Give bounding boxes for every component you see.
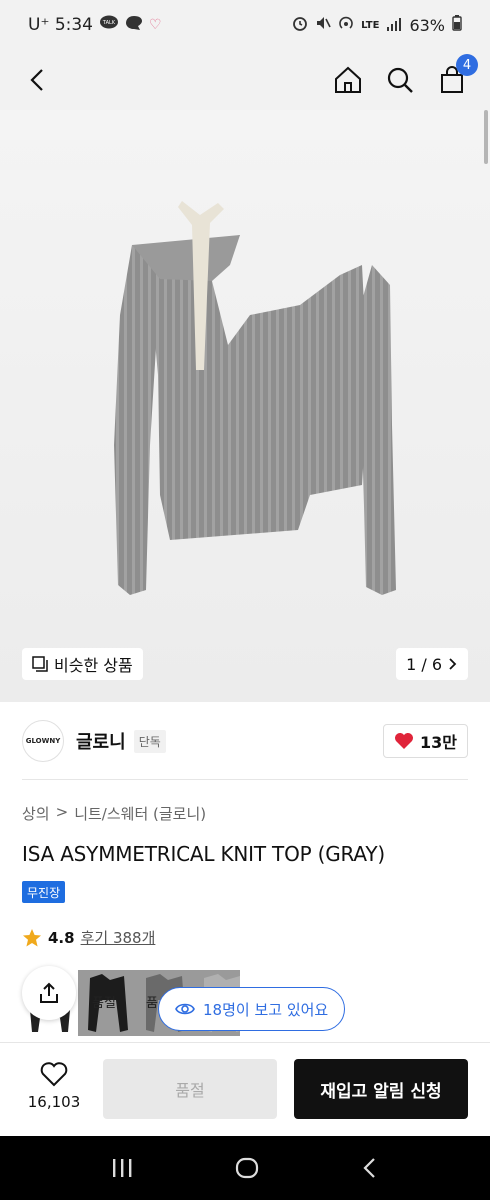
search-button[interactable] <box>384 64 416 96</box>
breadcrumb-item[interactable]: 상의 <box>22 803 50 824</box>
breadcrumb: 상의 > 니트/스웨터 (글로니) <box>22 803 206 824</box>
back-button[interactable] <box>22 64 54 96</box>
product-title: ISA ASYMMETRICAL KNIT TOP (GRAY) <box>22 842 385 866</box>
alarm-icon <box>292 15 308 35</box>
viewers-chip: 18명이 보고 있어요 <box>158 987 346 1031</box>
chevron-right-icon <box>449 658 457 670</box>
cart-button[interactable]: 4 <box>436 54 478 96</box>
brand-logo[interactable]: GLOWNY <box>22 720 64 762</box>
page-indicator-text: 1 / 6 <box>406 654 442 674</box>
search-icon <box>387 67 413 93</box>
exclusive-tag: 단독 <box>133 729 166 753</box>
delivery-badge: 무진장 <box>22 881 66 903</box>
brand-row: GLOWNY 글로니 단독 13만 <box>22 718 468 764</box>
recent-apps-icon[interactable] <box>110 1157 134 1179</box>
status-bar: U⁺ 5:34 TALK ♡ LTE 63% <box>0 0 490 50</box>
heart-filled-icon <box>395 733 413 749</box>
eye-icon <box>175 1003 195 1015</box>
similar-label: 비슷한 상품 <box>54 656 133 675</box>
mute-icon <box>315 15 331 35</box>
product-image <box>114 201 396 595</box>
signal-icon <box>386 16 402 35</box>
heart-icon: ♡ <box>149 17 162 33</box>
top-nav: 4 <box>0 50 490 110</box>
wish-count: 16,103 <box>27 1093 81 1111</box>
viewers-text: 18명이 보고 있어요 <box>203 1000 329 1019</box>
message-icon <box>125 15 143 36</box>
system-nav-bar <box>0 1136 490 1200</box>
wishlist-button[interactable]: 16,103 <box>22 1061 86 1111</box>
chat-icon: TALK <box>99 15 119 36</box>
star-icon <box>23 928 41 946</box>
similar-products-button[interactable]: 비슷한 상품 <box>22 648 143 680</box>
back-arrow-icon <box>30 69 43 91</box>
product-image-carousel[interactable]: 비슷한 상품 1 / 6 <box>0 110 490 702</box>
breadcrumb-item[interactable]: 니트/스웨터 (글로니) <box>74 803 206 824</box>
divider <box>22 779 468 780</box>
heart-outline-icon <box>40 1062 68 1087</box>
battery-icon <box>452 15 462 35</box>
scrollbar <box>484 110 488 164</box>
chevron-right-icon: > <box>55 803 69 821</box>
rating-row: 4.8 후기 388개 <box>22 927 155 948</box>
purchase-bar: 16,103 품절 재입고 알림 신청 <box>0 1042 490 1136</box>
hotspot-icon <box>338 15 354 35</box>
restock-alert-button[interactable]: 재입고 알림 신청 <box>294 1059 468 1119</box>
time-text: U⁺ 5:34 <box>28 15 93 35</box>
brand-name[interactable]: 글로니 <box>76 728 126 754</box>
reviews-link[interactable]: 후기 388개 <box>81 927 156 948</box>
home-nav-icon[interactable] <box>234 1156 260 1180</box>
share-button[interactable] <box>22 966 76 1020</box>
cart-badge: 4 <box>456 54 478 76</box>
like-count: 13만 <box>420 733 457 752</box>
sold-out-button[interactable]: 품절 <box>103 1059 277 1119</box>
home-icon <box>335 66 361 93</box>
sold-out-label: 품절 <box>92 996 116 1011</box>
image-page-indicator[interactable]: 1 / 6 <box>396 648 468 680</box>
network-text: LTE <box>361 19 380 31</box>
rating-value: 4.8 <box>48 928 75 947</box>
share-icon <box>40 982 58 1003</box>
similar-icon <box>32 656 48 672</box>
svg-text:TALK: TALK <box>102 20 116 26</box>
brand-like-button[interactable]: 13만 <box>383 724 468 758</box>
home-button[interactable] <box>332 64 364 96</box>
back-nav-icon[interactable] <box>360 1156 380 1180</box>
battery-text: 63% <box>409 15 445 35</box>
sold-out-label: 품 <box>146 996 158 1011</box>
